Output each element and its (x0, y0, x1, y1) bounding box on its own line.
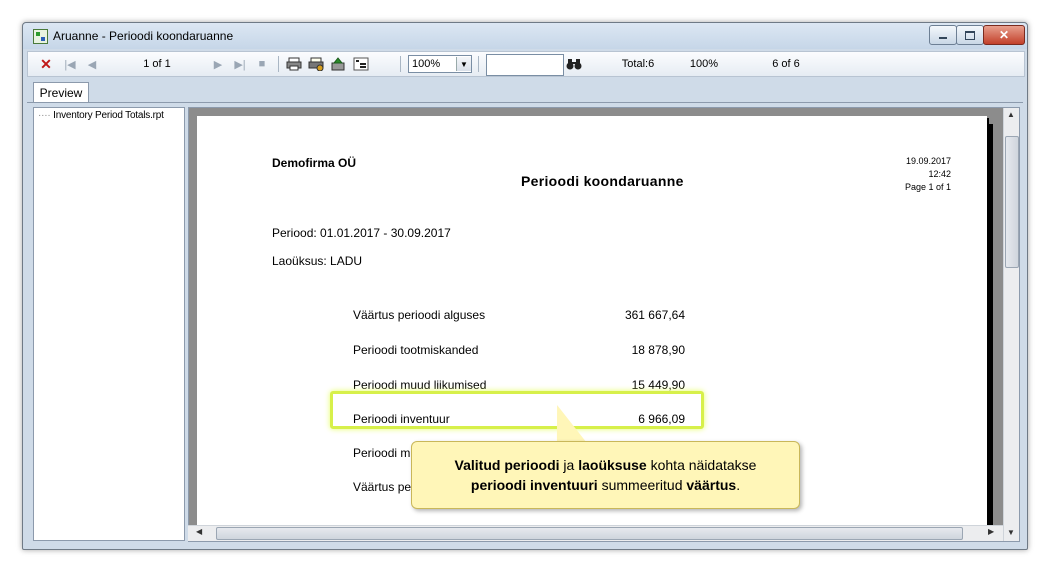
callout-bold-text: väärtus (686, 477, 737, 493)
row-label: Väärtus perioodi alguses (353, 308, 486, 322)
report-unit: Laoüksus: LADU (272, 254, 363, 268)
export-icon[interactable] (328, 52, 348, 76)
callout-bold-text: Valitud perioodi (454, 457, 560, 473)
close-icon: ✕ (998, 28, 1010, 42)
minimize-icon (939, 37, 947, 39)
row-value: 361 667,64 (624, 308, 685, 322)
callout-text-part: summeeritud (597, 477, 687, 493)
maximize-icon (965, 30, 975, 40)
tree-branch-icon: ···· (38, 110, 51, 121)
tab-preview[interactable]: Preview (33, 82, 89, 103)
percent-label: 100% (689, 58, 719, 70)
total-label: Total:6 (621, 58, 655, 70)
callout-bold-text: perioodi inventuuri (470, 477, 598, 493)
title-bar[interactable]: Aruanne - Perioodi koondaruanne ✕ (23, 23, 1027, 49)
toolbar-separator (278, 56, 279, 72)
vertical-scrollbar[interactable]: ▲ ▼ (1003, 108, 1019, 541)
callout-text: Valitud perioodi ja laoüksuse kohta näid… (412, 442, 799, 508)
row-label: Perioodi m (353, 446, 411, 460)
toolbar-separator (400, 56, 401, 72)
company-name: Demofirma OÜ (272, 156, 357, 170)
page-indicator: 1 of 1 (143, 58, 171, 70)
zoom-value: 100% (412, 58, 441, 70)
report-page-number: Page 1 of 1 (904, 182, 951, 192)
row-value: 15 449,90 (631, 378, 685, 392)
records-label: 6 of 6 (772, 58, 800, 70)
callout-line-2: perioodi inventuuri summeeritud väärtus. (471, 475, 740, 495)
vertical-scroll-thumb[interactable] (1005, 136, 1019, 268)
row-label: Perioodi tootmiskanded (353, 343, 479, 357)
app-icon (33, 29, 48, 44)
report-time: 12:42 (928, 169, 951, 179)
callout-text-part: . (736, 477, 741, 493)
stop-square-icon[interactable]: ■ (254, 52, 270, 76)
first-page-icon[interactable]: |◀ (62, 52, 78, 76)
horizontal-scrollbar[interactable]: ◀ ▶ (188, 525, 1003, 541)
stop-icon[interactable]: ✕ (38, 52, 54, 76)
callout-text-part: kohta näidatakse (646, 457, 757, 473)
zoom-select[interactable]: 100% ▼ (408, 55, 472, 73)
page-shadow (987, 124, 993, 536)
tree-item-label: Inventory Period Totals.rpt (53, 110, 164, 121)
scroll-down-icon[interactable]: ▼ (1007, 528, 1015, 537)
highlight-box (330, 391, 704, 429)
tab-row: Preview (27, 78, 1023, 103)
binoculars-icon[interactable] (564, 52, 584, 76)
scroll-up-icon[interactable]: ▲ (1007, 110, 1015, 119)
scroll-right-icon[interactable]: ▶ (988, 527, 994, 536)
horizontal-scroll-thumb[interactable] (216, 527, 963, 540)
row-label: Väärtus pe (353, 480, 412, 494)
report-period: Periood: 01.01.2017 - 30.09.2017 (272, 226, 451, 240)
callout-bold-text: laoüksuse (578, 457, 647, 473)
report-title: Perioodi koondaruanne (521, 173, 684, 189)
minimize-button[interactable] (929, 25, 957, 45)
toolbar: ✕ |◀ ◀ 1 of 1 ▶ ▶| ■ 100% ▼ Total:6 100% (27, 51, 1025, 77)
last-page-icon[interactable]: ▶| (232, 52, 248, 76)
callout-line-1: Valitud perioodi ja laoüksuse kohta näid… (455, 455, 757, 475)
group-tree-icon[interactable] (351, 52, 371, 76)
chevron-down-icon[interactable]: ▼ (456, 57, 471, 71)
maximize-button[interactable] (956, 25, 984, 45)
window-title: Aruanne - Perioodi koondaruanne (53, 29, 234, 43)
prev-page-icon[interactable]: ◀ (84, 52, 100, 76)
search-input[interactable] (486, 54, 564, 76)
print-setup-icon[interactable] (306, 52, 326, 76)
close-button[interactable]: ✕ (983, 25, 1025, 45)
print-icon[interactable] (284, 52, 304, 76)
row-value: 18 878,90 (631, 343, 685, 357)
group-tree-panel: ···· Inventory Period Totals.rpt (33, 107, 185, 541)
report-date: 19.09.2017 (905, 156, 951, 166)
tree-item-report[interactable]: ···· Inventory Period Totals.rpt (38, 110, 164, 121)
callout-tooltip: Valitud perioodi ja laoüksuse kohta näid… (411, 441, 800, 509)
toolbar-separator (478, 56, 479, 72)
scroll-left-icon[interactable]: ◀ (196, 527, 202, 536)
next-page-icon[interactable]: ▶ (210, 52, 226, 76)
row-label: Perioodi muud liikumised (353, 378, 487, 392)
callout-text-part: ja (559, 457, 579, 473)
